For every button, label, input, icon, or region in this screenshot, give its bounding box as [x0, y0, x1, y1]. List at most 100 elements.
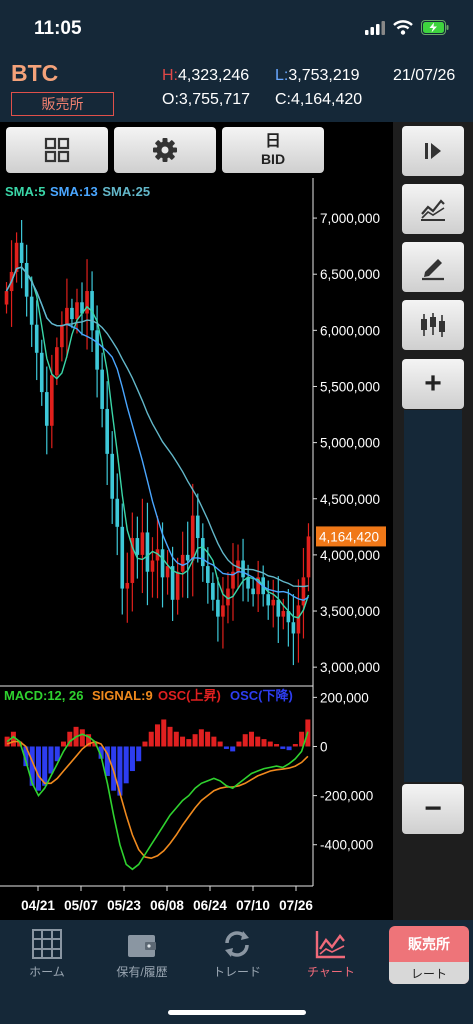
- tab-home-label: ホーム: [29, 965, 65, 979]
- osc-bar: [148, 731, 154, 747]
- osc-bar: [230, 746, 236, 752]
- price-chart[interactable]: SMA:5 SMA:13 SMA:25 7,000,000 6,500,000 6,00…: [0, 178, 393, 916]
- osc-bar: [123, 746, 129, 784]
- layout-button[interactable]: [6, 127, 108, 173]
- osc-bar: [198, 729, 204, 747]
- candle-body: [135, 538, 140, 555]
- candle-body: [105, 408, 109, 454]
- quote-date: 21/07/26: [393, 67, 456, 84]
- price-tick-label: 6,500,000: [320, 267, 380, 282]
- candle-body: [150, 560, 155, 572]
- price-tick-label: 4,500,000: [320, 492, 380, 507]
- candle-body: [180, 554, 185, 572]
- last-price-label: 4,164,420: [319, 529, 379, 544]
- draw-button[interactable]: [402, 242, 464, 292]
- grid-layout-icon: [44, 137, 70, 163]
- candle-body: [281, 611, 286, 617]
- macd-panel: 200,000 0 -200,000 -400,000 MACD:12, 26 SIGNA…: [4, 688, 373, 871]
- candle-body: [306, 536, 311, 578]
- status-time: 11:05: [34, 18, 82, 39]
- price-tick-label: 7,000,000: [320, 211, 380, 226]
- price-tick-label: 5,000,000: [320, 436, 380, 451]
- candle-body: [4, 291, 9, 305]
- macd-legend-item: MACD:12, 26: [4, 688, 83, 703]
- price-tick-label: 3,500,000: [320, 604, 380, 619]
- candle-body: [271, 599, 276, 606]
- osc-bar: [292, 744, 298, 747]
- osc-bar: [180, 736, 186, 747]
- osc-bar: [61, 741, 67, 747]
- zoom-slider-track[interactable]: [404, 410, 462, 782]
- tab-portfolio-label: 保有/履歴: [116, 965, 168, 979]
- wifi-icon: [393, 20, 413, 35]
- osc-bar: [205, 731, 211, 747]
- date-tick-label: 06/08: [150, 898, 184, 913]
- candle-body: [301, 577, 306, 606]
- osc-bar: [286, 746, 292, 751]
- quote-open: O:3,755,717: [162, 91, 250, 109]
- signal-icon: [365, 20, 385, 35]
- osc-bar: [48, 746, 54, 774]
- settings-button[interactable]: [114, 127, 216, 173]
- candle-body: [85, 291, 89, 314]
- candle-body: [195, 515, 200, 539]
- open-key: O:: [162, 91, 179, 108]
- status-bar: 11:05: [0, 0, 473, 54]
- osc-bar: [129, 746, 135, 772]
- price-tick-label: 6,000,000: [320, 323, 380, 338]
- candlestick-icon: [421, 313, 445, 337]
- date-tick-label: 05/23: [107, 898, 141, 913]
- close-value: 4,164,420: [291, 91, 363, 108]
- candle-body: [160, 549, 165, 578]
- grid-icon: [32, 929, 62, 959]
- osc-bar: [242, 734, 248, 747]
- symbol-name: BTC: [11, 60, 59, 86]
- zoom-in-button[interactable]: +: [402, 359, 464, 409]
- osc-bar: [211, 736, 217, 747]
- candle-body: [100, 369, 104, 409]
- tab-chart-label: チャート: [307, 965, 355, 979]
- wallet-icon: [128, 935, 156, 957]
- macd-tick-label: 200,000: [320, 690, 369, 705]
- candle-body: [266, 594, 271, 606]
- tab-portfolio[interactable]: 保有/履歴: [97, 926, 187, 980]
- osc-bar: [236, 741, 242, 747]
- indicator-button[interactable]: [402, 184, 464, 234]
- candle-body: [206, 566, 210, 583]
- chart-type-button[interactable]: [402, 300, 464, 350]
- timeframe-button[interactable]: 日 BID: [222, 127, 324, 173]
- date-tick-label: 04/21: [21, 898, 55, 913]
- candle-body: [70, 307, 74, 320]
- tab-home[interactable]: ホーム: [2, 926, 92, 980]
- high-value: 4,323,246: [178, 67, 250, 84]
- market-badge[interactable]: 販売所: [11, 92, 114, 116]
- osc-bar: [161, 719, 167, 747]
- osc-bar: [192, 734, 198, 747]
- candle-body: [221, 605, 225, 617]
- tab-trade[interactable]: トレード: [192, 926, 282, 980]
- candle-body: [120, 526, 125, 589]
- osc-bar: [267, 741, 273, 747]
- candle-body: [24, 262, 29, 297]
- candle-body: [251, 588, 255, 595]
- candle-body: [39, 352, 44, 393]
- close-key: C:: [275, 91, 291, 108]
- play-button[interactable]: [402, 126, 464, 176]
- tab-chart[interactable]: チャート: [286, 926, 376, 980]
- candle-body: [75, 302, 79, 320]
- candle-body: [200, 538, 205, 567]
- right-tool-panel: + −: [393, 122, 473, 920]
- tab-exchange-rate[interactable]: 販売所 レート: [389, 926, 469, 984]
- candle-body: [140, 532, 145, 555]
- timeframe-label: 日: [264, 133, 281, 150]
- price-tick-label: 4,000,000: [320, 548, 380, 563]
- osc-bar: [136, 746, 142, 762]
- zoom-out-button[interactable]: −: [402, 784, 464, 834]
- candle-body: [19, 242, 24, 263]
- osc-bar: [248, 731, 254, 747]
- osc-bar: [167, 726, 173, 747]
- candle-body: [216, 599, 220, 617]
- date-tick-label: 06/24: [193, 898, 227, 913]
- price-axis: 7,000,000 6,500,000 6,000,000 5,500,000 5,00…: [313, 211, 380, 675]
- chart-area[interactable]: 日 BID SMA:5 SMA:13 SMA:25 7,000,000 6,500,0…: [0, 122, 393, 920]
